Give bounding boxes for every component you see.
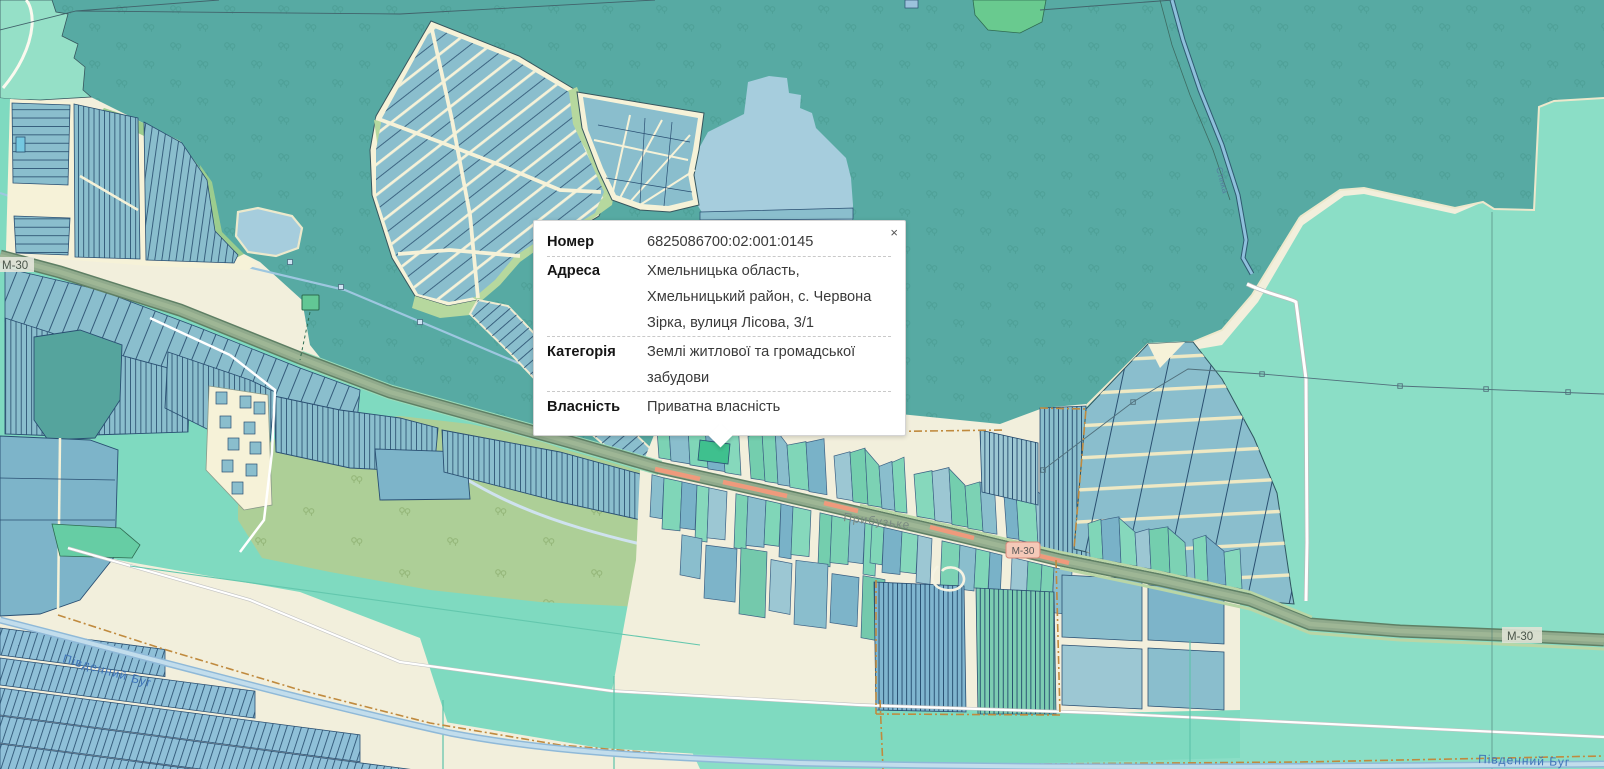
svg-text:М-30: М-30: [2, 260, 28, 272]
svg-text:Південний Буг: Південний Буг: [1478, 752, 1571, 769]
svg-text:М-30: М-30: [1012, 546, 1035, 557]
svg-text:M-30: M-30: [1507, 631, 1533, 643]
